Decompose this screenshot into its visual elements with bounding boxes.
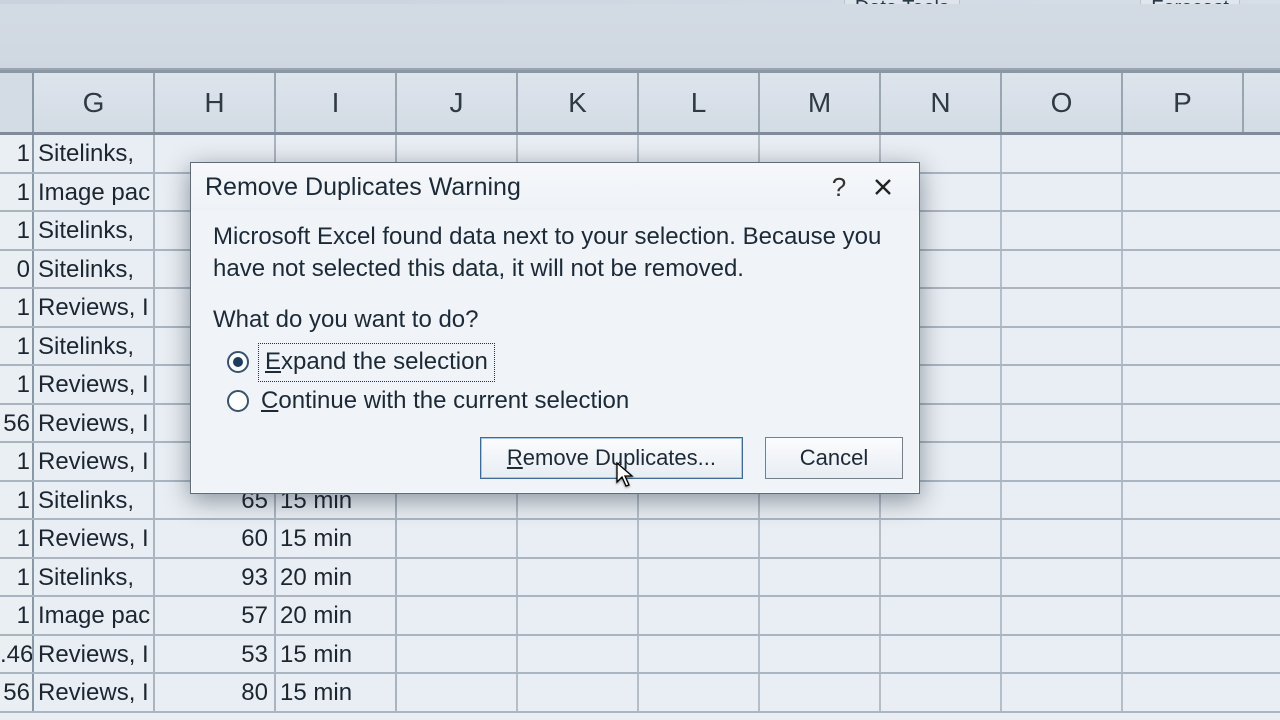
cell[interactable]: Sitelinks, [34, 135, 155, 172]
cell[interactable]: 20 min [276, 559, 397, 596]
cell[interactable]: 56 [0, 405, 34, 442]
cell[interactable]: Sitelinks, [34, 559, 155, 596]
cell[interactable]: Sitelinks, [34, 328, 155, 365]
column-header-g[interactable]: G [34, 73, 155, 132]
cell[interactable]: 93 [155, 559, 276, 596]
dialog-question: What do you want to do? [213, 304, 897, 336]
column-header-i[interactable]: I [276, 73, 397, 132]
cell[interactable]: 15 min [276, 636, 397, 673]
dialog-button-row: Remove Duplicates... Cancel [480, 437, 903, 479]
cell[interactable]: .46 [0, 636, 34, 673]
table-row[interactable]: .46Reviews, I5315 min [0, 636, 1280, 675]
radio-continue-current[interactable]: Continue with the current selection [227, 385, 897, 417]
cell[interactable]: Reviews, I [34, 405, 155, 442]
table-row[interactable]: 1Sitelinks,9320 min [0, 559, 1280, 598]
select-all-corner[interactable] [0, 73, 34, 132]
cell[interactable]: 20 min [276, 597, 397, 634]
cell[interactable]: Sitelinks, [34, 482, 155, 519]
column-header-p[interactable]: P [1123, 73, 1244, 132]
table-row[interactable]: 56Reviews, I8015 min [0, 674, 1280, 713]
cell[interactable]: 57 [155, 597, 276, 634]
table-row[interactable]: 1Reviews, I6015 min [0, 520, 1280, 559]
cell[interactable]: Sitelinks, [34, 212, 155, 249]
cell[interactable]: 15 min [276, 674, 397, 711]
cell[interactable]: 1 [0, 559, 34, 596]
column-header-l[interactable]: L [639, 73, 760, 132]
column-header-h[interactable]: H [155, 73, 276, 132]
remove-duplicates-button[interactable]: Remove Duplicates... [480, 437, 743, 479]
radio-icon [227, 351, 249, 373]
cell[interactable]: 1 [0, 520, 34, 557]
cell[interactable]: 0 [0, 251, 34, 288]
remove-duplicates-warning-dialog: Remove Duplicates Warning ? Microsoft Ex… [190, 162, 920, 494]
column-header-k[interactable]: K [518, 73, 639, 132]
cell[interactable]: Reviews, I [34, 443, 155, 480]
cell[interactable]: Image pac [34, 174, 155, 211]
cell[interactable]: 1 [0, 366, 34, 403]
column-header-o[interactable]: O [1002, 73, 1123, 132]
cell[interactable]: 1 [0, 289, 34, 326]
dialog-titlebar: Remove Duplicates Warning ? [191, 163, 919, 211]
column-headers: GHIJKLMNOP [0, 73, 1280, 135]
radio-label-continue: Continue with the current selection [261, 385, 629, 417]
cell[interactable]: 1 [0, 443, 34, 480]
cell[interactable]: Reviews, I [34, 289, 155, 326]
column-header-j[interactable]: J [397, 73, 518, 132]
cell[interactable]: 15 min [276, 520, 397, 557]
cell[interactable]: 1 [0, 482, 34, 519]
cell[interactable]: 60 [155, 520, 276, 557]
cell[interactable]: 1 [0, 597, 34, 634]
cell[interactable]: Reviews, I [34, 520, 155, 557]
close-button[interactable] [861, 167, 905, 207]
dialog-message: Microsoft Excel found data next to your … [213, 221, 897, 286]
dialog-title: Remove Duplicates Warning [205, 173, 521, 202]
cell[interactable]: 1 [0, 135, 34, 172]
cell[interactable]: Image pac [34, 597, 155, 634]
cell[interactable]: Reviews, I [34, 366, 155, 403]
column-header-m[interactable]: M [760, 73, 881, 132]
column-header-n[interactable]: N [881, 73, 1002, 132]
table-row[interactable]: 1Image pac5720 min [0, 597, 1280, 636]
cell[interactable]: 56 [0, 674, 34, 711]
ribbon-gap [0, 4, 1280, 70]
cell[interactable]: Reviews, I [34, 636, 155, 673]
cell[interactable]: Sitelinks, [34, 251, 155, 288]
cell[interactable]: 1 [0, 328, 34, 365]
radio-icon [227, 390, 249, 412]
cell[interactable]: 80 [155, 674, 276, 711]
dialog-body: Microsoft Excel found data next to your … [191, 211, 919, 417]
cell[interactable]: 1 [0, 174, 34, 211]
close-icon [873, 177, 893, 197]
cell[interactable]: 1 [0, 212, 34, 249]
radio-label-expand: Expand the selection [261, 346, 492, 378]
cell[interactable]: Reviews, I [34, 674, 155, 711]
radio-expand-selection[interactable]: Expand the selection [227, 346, 897, 378]
help-button[interactable]: ? [817, 167, 861, 207]
cell[interactable]: 53 [155, 636, 276, 673]
cancel-button[interactable]: Cancel [765, 437, 903, 479]
